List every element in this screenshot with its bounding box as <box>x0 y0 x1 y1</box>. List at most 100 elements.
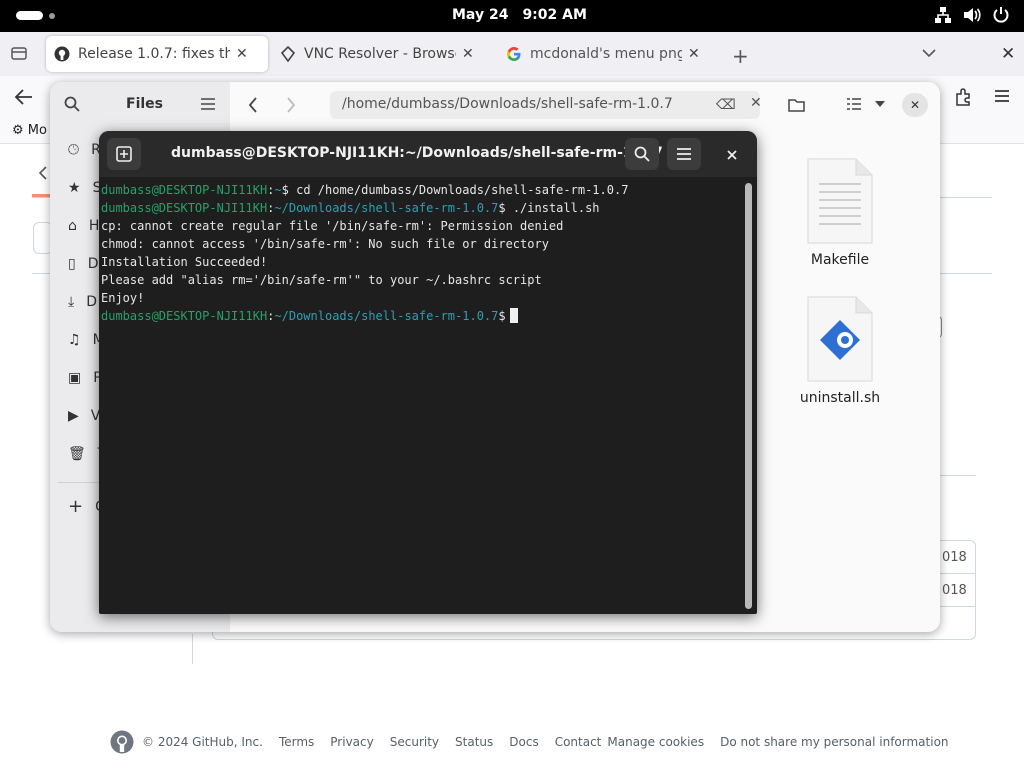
hamburger-menu-icon <box>677 148 691 160</box>
files-header-bar: /home/dumbass/Downloads/shell-safe-rm-1.… <box>230 82 940 128</box>
github-icon <box>54 46 70 62</box>
new-folder-icon[interactable] <box>788 97 806 113</box>
search-icon[interactable] <box>64 96 80 112</box>
prompt-command: cd /home/dumbass/Downloads/shell-safe-rm… <box>296 183 629 197</box>
new-tab-button[interactable]: + <box>732 44 749 68</box>
bookmark-label: Mo <box>27 123 47 138</box>
sidebar-item-label: D <box>86 294 97 310</box>
other-locations-icon: + <box>68 496 84 517</box>
footer-link-privacy[interactable]: Privacy <box>330 735 373 749</box>
prompt-user: dumbass@DESKTOP-NJI11KH <box>101 183 268 197</box>
file-item-uninstall-sh[interactable]: uninstall.sh <box>790 294 890 406</box>
back-arrow-icon[interactable] <box>14 88 34 106</box>
close-button[interactable] <box>721 144 743 166</box>
terminal-scrollbar[interactable] <box>745 183 752 609</box>
terminal-line: Enjoy! <box>101 291 145 305</box>
row-date: 018 <box>942 583 967 598</box>
prompt-path: ~/Downloads/shell-safe-rm-1.0.7 <box>274 309 499 323</box>
gear-icon: ⚙ <box>12 123 24 138</box>
sidebar-item-label: H <box>88 218 100 234</box>
file-item-makefile[interactable]: Makefile <box>790 156 890 268</box>
tab-title: Release 1.0.7: fixes the fu <box>78 46 230 62</box>
tab-close-icon[interactable]: ✕ <box>462 46 474 62</box>
row-date: 018 <box>942 550 967 565</box>
bookmark-item[interactable]: ⚙ Mo <box>12 123 47 138</box>
tab-vnc-resolver[interactable]: VNC Resolver - Browse ✕ <box>272 36 494 72</box>
terminal-title: dumbass@DESKTOP-NJI11KH:~/Downloads/shel… <box>171 145 663 161</box>
files-title: Files <box>126 96 163 112</box>
terminal-line: dumbass@DESKTOP-NJI11KH:~/Downloads/shel… <box>101 201 600 215</box>
prompt-user: dumbass@DESKTOP-NJI11KH <box>101 309 268 323</box>
text-cursor <box>509 308 518 323</box>
divider <box>192 634 193 664</box>
window-close-button[interactable]: ✕ <box>902 93 928 117</box>
terminal-window[interactable]: dumbass@DESKTOP-NJI11KH:~/Downloads/shel… <box>99 131 757 614</box>
file-name: Makefile <box>810 252 870 268</box>
sidebar-item-home[interactable]: ⌂ H <box>68 218 99 234</box>
footer-link-docs[interactable]: Docs <box>509 735 538 749</box>
extensions-icon[interactable] <box>954 88 972 106</box>
footer-link-contact[interactable]: Contact <box>555 735 602 749</box>
back-arrow-icon[interactable] <box>248 97 258 113</box>
sidebar-item-recent[interactable]: 🕒︎ R <box>68 142 101 158</box>
hamburger-menu-icon[interactable] <box>200 96 216 112</box>
footer-link-security[interactable]: Security <box>390 735 439 749</box>
google-icon <box>507 47 521 61</box>
path-input[interactable]: /home/dumbass/Downloads/shell-safe-rm-1.… <box>330 91 760 119</box>
menu-button[interactable] <box>667 138 701 170</box>
sidebar-item-label: D <box>87 256 99 272</box>
clear-path-icon[interactable]: ⌫ <box>716 97 736 113</box>
search-button[interactable] <box>625 138 659 170</box>
sidebar-item-pictures[interactable]: ▣ P <box>68 370 102 386</box>
tab-overview-icon[interactable] <box>10 44 28 62</box>
app-menu-icon[interactable] <box>994 88 1010 104</box>
sidebar-item-starred[interactable]: ★ S <box>68 180 101 196</box>
system-tray[interactable] <box>934 6 1010 24</box>
close-path-icon[interactable]: ✕ <box>750 95 762 111</box>
volume-icon <box>964 8 981 22</box>
tab-title: VNC Resolver - Browse <box>304 46 456 62</box>
table-row: 018 <box>940 540 976 574</box>
window-close-button[interactable]: ✕ <box>1001 44 1015 64</box>
sidebar-item-downloads[interactable]: ⤓ D <box>68 294 97 310</box>
clock[interactable]: May 24 9:02 AM <box>452 7 601 23</box>
new-tab-icon <box>116 146 132 162</box>
footer-link-status[interactable]: Status <box>455 735 493 749</box>
chevron-down-icon[interactable] <box>874 100 886 108</box>
prompt-path: ~ <box>274 183 282 197</box>
terminal-line: Installation Succeeded! <box>101 255 268 269</box>
date-label: May 24 <box>452 7 509 23</box>
path-text: /home/dumbass/Downloads/shell-safe-rm-1.… <box>342 96 673 112</box>
sidebar-item-videos[interactable]: ▶ V <box>68 408 100 424</box>
new-tab-button[interactable] <box>107 138 141 170</box>
close-icon <box>727 150 737 160</box>
terminal-line: chmod: cannot access '/bin/safe-rm': No … <box>101 237 549 251</box>
activities-indicator[interactable] <box>16 11 55 20</box>
prompt-path: ~/Downloads/shell-safe-rm-1.0.7 <box>274 201 499 215</box>
forward-arrow-icon[interactable] <box>286 97 296 113</box>
documents-icon: ▯ <box>68 256 76 272</box>
terminal-line: Please add "alias rm='/bin/safe-rm'" to … <box>101 273 542 287</box>
home-icon: ⌂ <box>68 218 77 234</box>
tab-google-search[interactable]: mcdonald's menu png - G ✕ <box>498 36 720 72</box>
script-file-icon <box>807 296 873 382</box>
power-icon <box>993 7 1009 23</box>
footer-link-do-not-share[interactable]: Do not share my personal information <box>720 735 948 749</box>
list-view-icon[interactable] <box>846 97 862 111</box>
sidebar-item-documents[interactable]: ▯ D <box>68 256 99 272</box>
tab-close-icon[interactable]: ✕ <box>688 46 700 62</box>
text-file-icon <box>807 158 873 244</box>
time-label: 9:02 AM <box>522 7 587 23</box>
terminal-output[interactable]: dumbass@DESKTOP-NJI11KH:~$ cd /home/dumb… <box>101 181 741 611</box>
footer-link-terms[interactable]: Terms <box>279 735 314 749</box>
terminal-line: dumbass@DESKTOP-NJI11KH:~/Downloads/shel… <box>101 307 741 325</box>
tab-close-icon[interactable]: ✕ <box>236 46 248 62</box>
footer-link-manage-cookies[interactable]: Manage cookies <box>607 735 704 749</box>
videos-icon: ▶ <box>68 408 79 424</box>
github-footer: © 2024 GitHub, Inc. Terms Privacy Securi… <box>110 730 949 754</box>
tab-github-release[interactable]: Release 1.0.7: fixes the fu ✕ <box>46 36 268 72</box>
chevron-down-icon[interactable] <box>922 48 936 58</box>
divider <box>940 475 976 476</box>
chevron-left-icon[interactable] <box>38 166 48 180</box>
music-icon: ♫ <box>68 332 81 348</box>
